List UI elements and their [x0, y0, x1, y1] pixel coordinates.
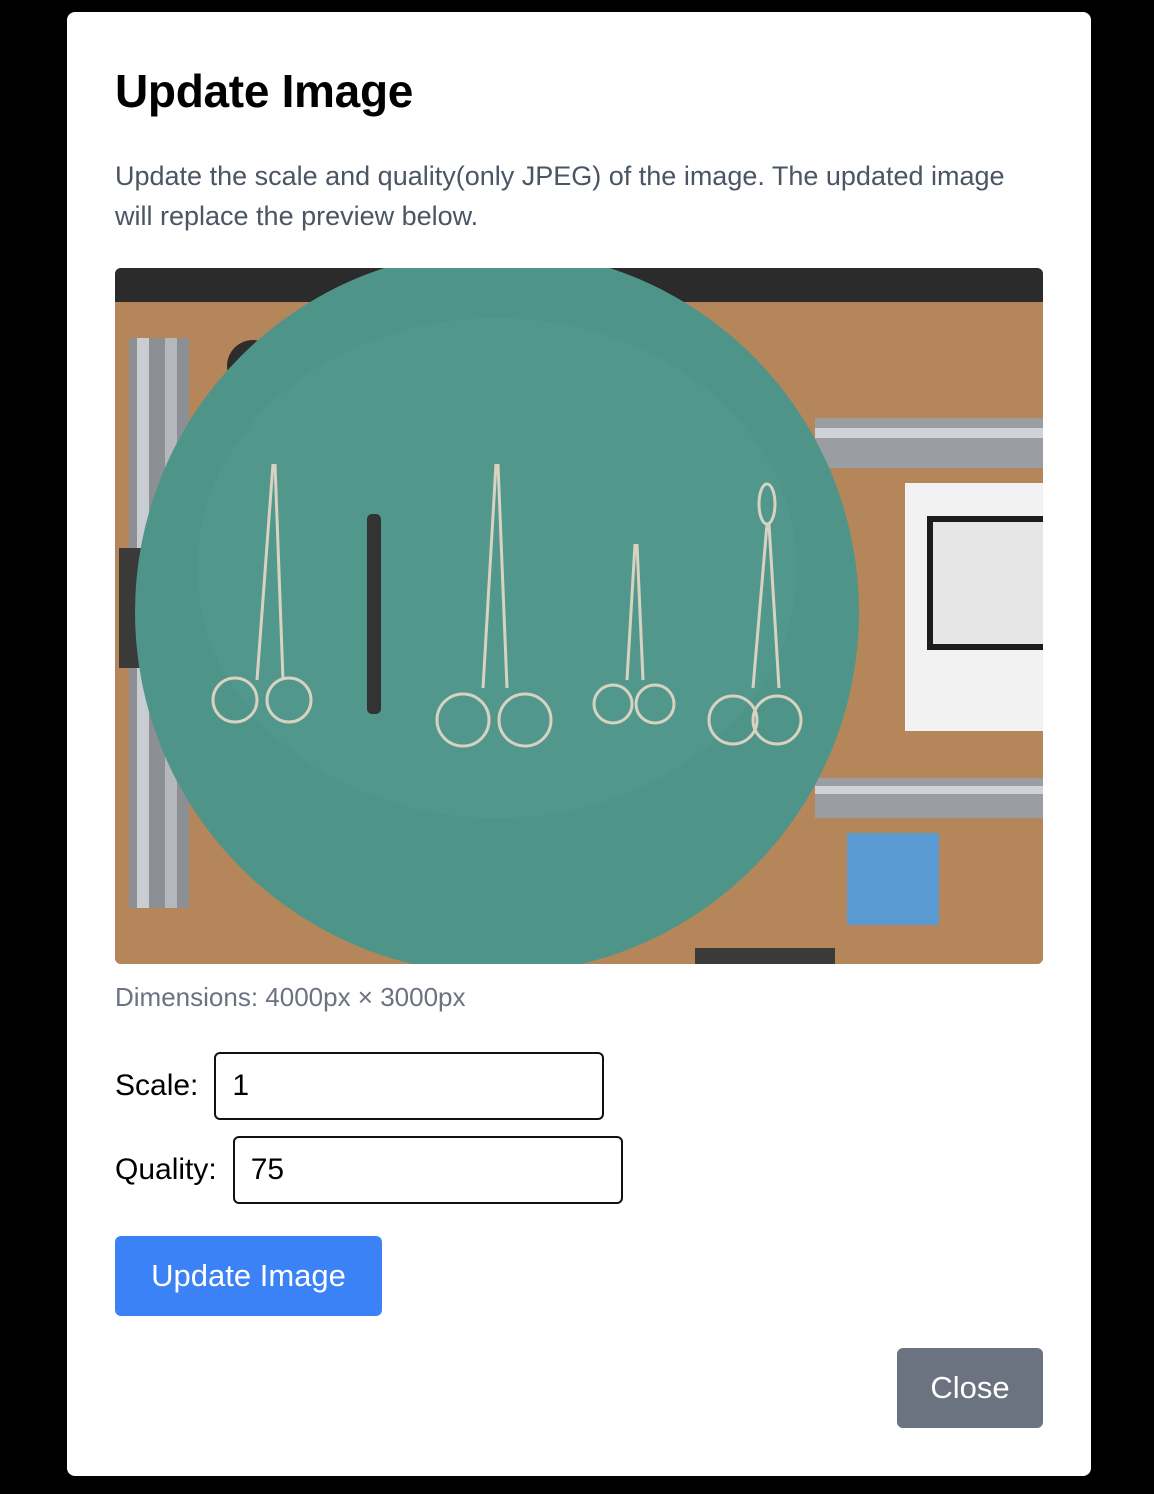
image-preview [115, 268, 1043, 964]
quality-input[interactable] [232, 1136, 623, 1204]
update-image-dialog: Update Image Update the scale and qualit… [67, 12, 1091, 1476]
scale-label: Scale: [115, 1069, 199, 1102]
dialog-description: Update the scale and quality(only JPEG) … [115, 161, 1005, 231]
update-image-button[interactable]: Update Image [115, 1236, 382, 1316]
image-dimensions: Dimensions: 4000px × 3000px [115, 982, 466, 1012]
close-button[interactable]: Close [897, 1348, 1043, 1428]
quality-label: Quality: [115, 1153, 217, 1186]
scale-input[interactable] [214, 1052, 605, 1120]
dialog-title: Update Image [115, 65, 414, 117]
quality-row: Quality: [115, 1136, 623, 1204]
scale-row: Scale: [115, 1052, 605, 1120]
